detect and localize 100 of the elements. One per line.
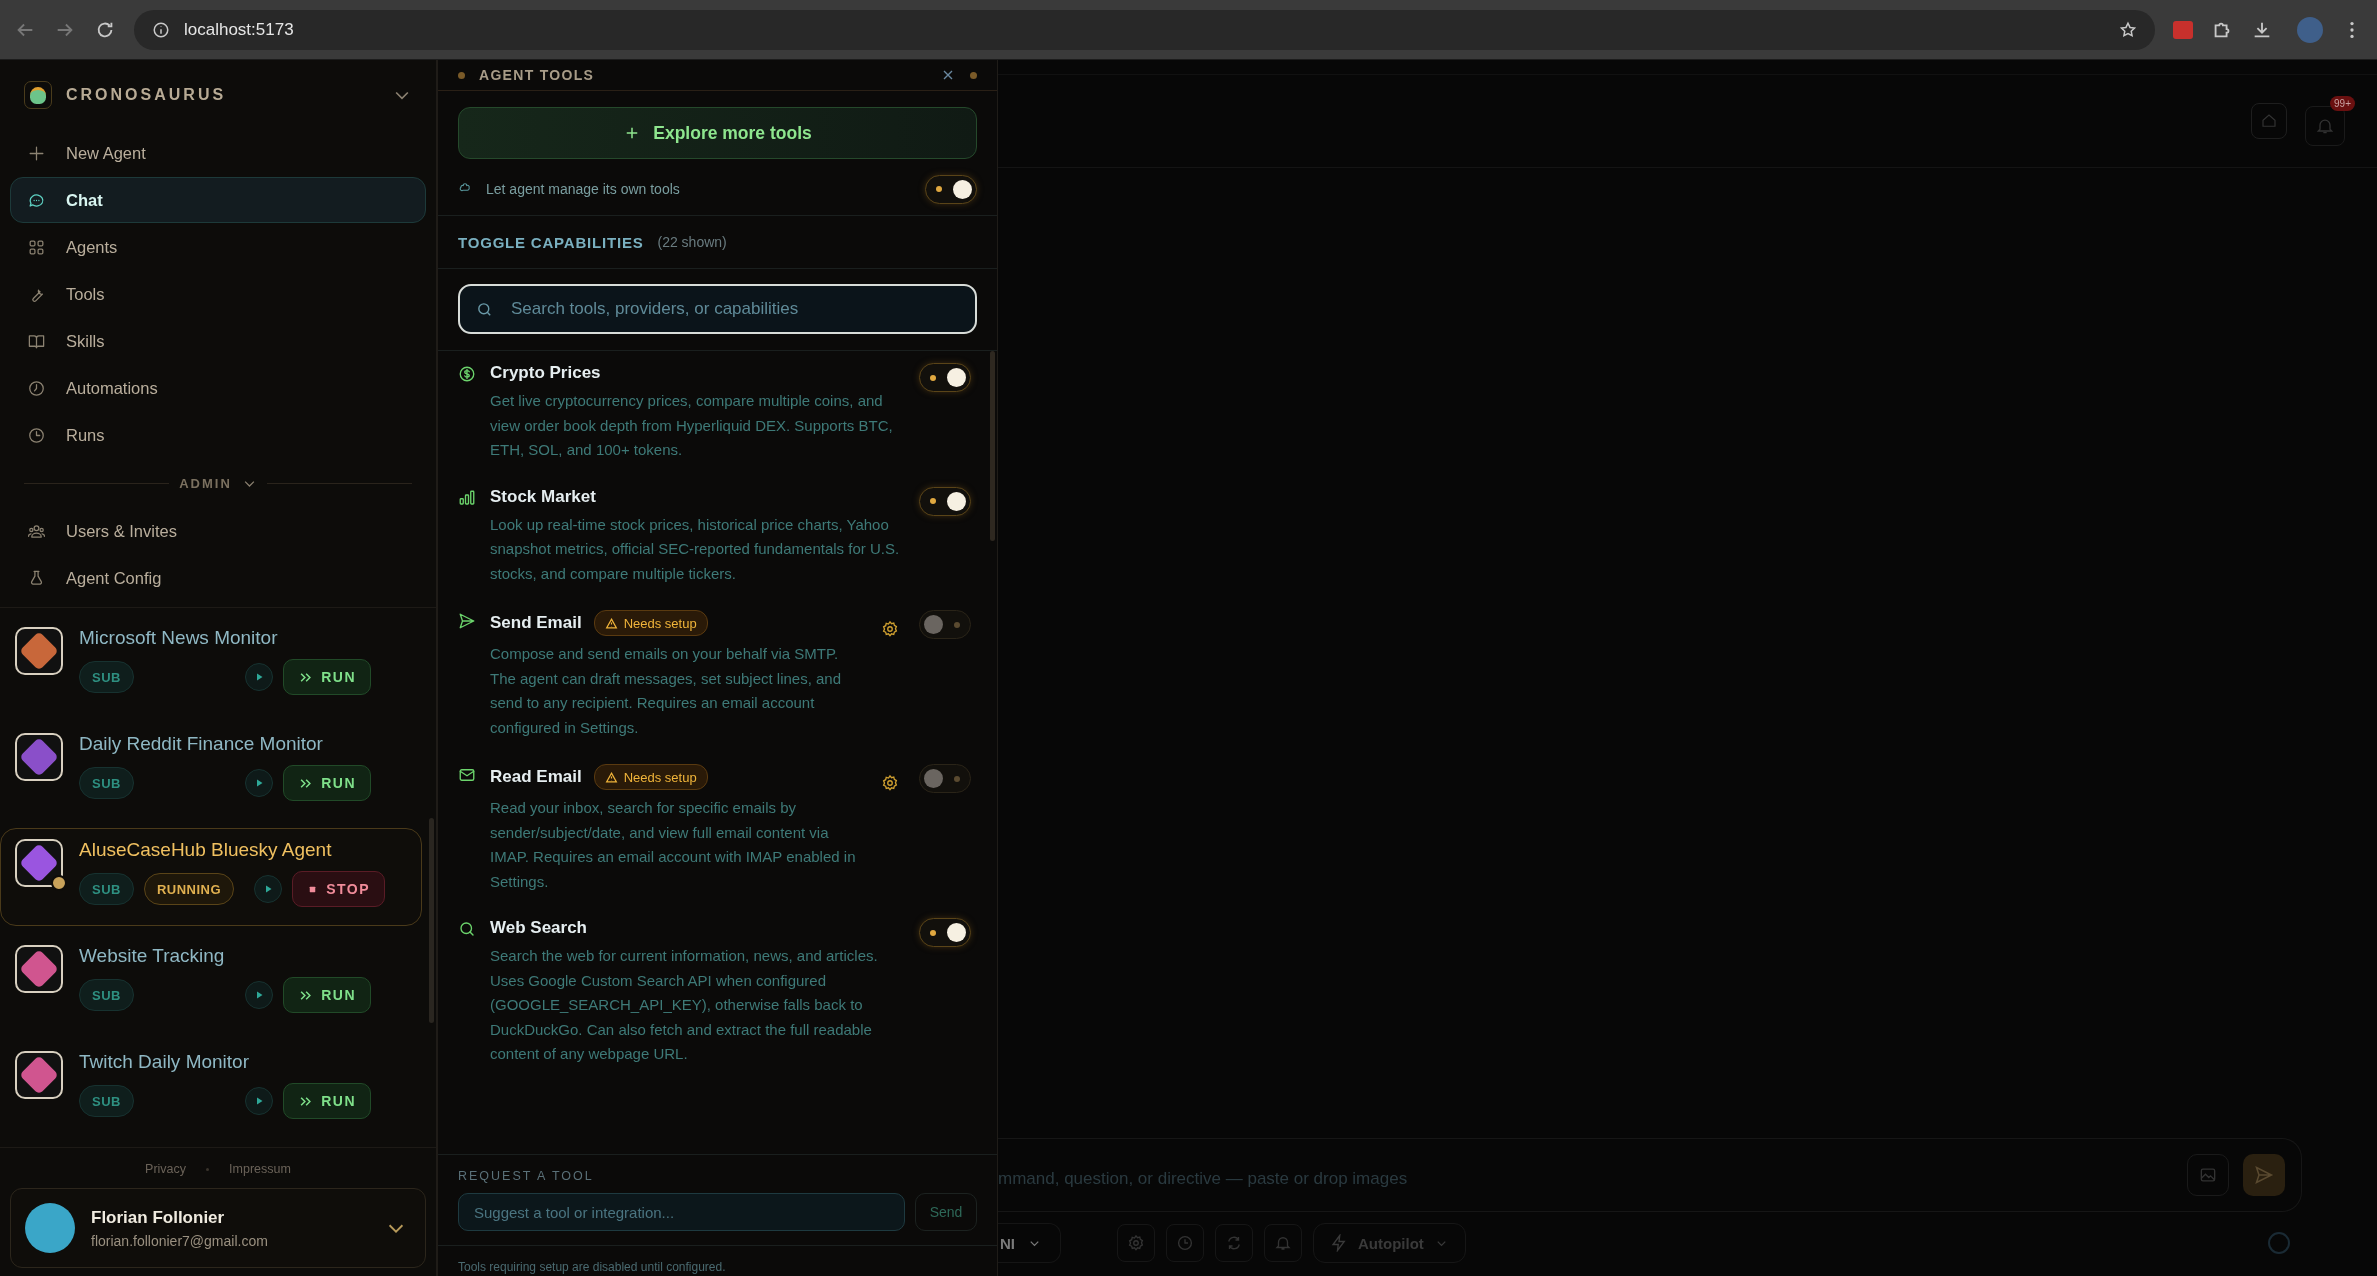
agent-row[interactable]: Website Tracking SUB RUN (0, 934, 422, 1032)
agent-name: Microsoft News Monitor (79, 627, 279, 649)
agent-name: Daily Reddit Finance Monitor (79, 733, 324, 755)
house-icon (2260, 112, 2278, 130)
agent-name: Twitch Daily Monitor (79, 1051, 250, 1073)
sub-badge: SUB (79, 873, 134, 905)
bell-icon (1274, 1234, 1292, 1252)
nav-item[interactable]: Tools (10, 271, 426, 317)
refresh-icon (1225, 1234, 1243, 1252)
status-badge: RUNNING (143, 873, 235, 905)
agent-card[interactable]: AluseCaseHub Bluesky Agent SUB RUNNING STOP (0, 828, 422, 926)
toggle-switch[interactable] (919, 610, 971, 639)
settings-icon[interactable] (881, 620, 899, 638)
status-ring-icon (2268, 1232, 2290, 1254)
user-email: florian.follonier7@gmail.com (91, 1232, 269, 1249)
dot-icon (458, 71, 465, 79)
agent-row[interactable]: Daily Reddit Finance Monitor SUB RUN (0, 722, 422, 820)
send-icon (458, 612, 476, 630)
tool-description: Search the web for current information, news, and articles. Uses Google Custom Search API when configured (GOOGLE_SEARCH_API_KEY), otherwise falls back to DuckDuckGo. Can also fetch and extract the full readable content of any webpage URL. (490, 946, 879, 1064)
sub-badge: SUB (79, 979, 134, 1011)
brand-name: CRONOSAURUS (66, 86, 228, 104)
tool-description: Look up real-time stock prices, historical price charts, Yahoo snapshot metrics, official SEC-reported fundamentals for U.S. stocks, and compare multiple tickers. (490, 514, 900, 584)
envelope-icon (458, 766, 476, 784)
search-icon (476, 300, 493, 318)
placeholder-text: mmand, question, or directive — paste or drop images (998, 1169, 1408, 1189)
run-button[interactable]: RUN (283, 1083, 371, 1119)
avatar (25, 1203, 75, 1253)
clock-icon (27, 378, 46, 398)
tool-name: Crypto Prices (490, 363, 601, 383)
scrollbar-thumb[interactable] (429, 818, 434, 1023)
settings-icon (1127, 1234, 1145, 1252)
toggle-switch[interactable] (919, 363, 971, 392)
nav-item[interactable]: Runs (10, 412, 426, 458)
needs-setup-badge: Needs setup (593, 764, 708, 790)
agent-row[interactable]: Twitch Daily Monitor SUB RUN (0, 1040, 422, 1138)
search-input[interactable]: Search tools, providers, or capabilities (509, 298, 959, 320)
footnote: Tools requiring setup are disabled until configured. (457, 1259, 727, 1276)
toggle-switch[interactable] (919, 764, 971, 793)
dot-icon (970, 71, 977, 79)
section-header[interactable]: ADMIN (179, 475, 232, 491)
lightning-icon (1330, 1234, 1348, 1252)
nav-item[interactable]: Agents (10, 224, 426, 270)
url-text: localhost:5173 (184, 19, 295, 40)
explore-tools-button[interactable]: Explore more tools (458, 107, 977, 159)
info-icon (152, 20, 170, 39)
scrollbar-thumb[interactable] (990, 351, 995, 541)
run-button[interactable]: RUN (283, 659, 371, 695)
clock-icon (1176, 1234, 1194, 1252)
toggle-switch[interactable] (925, 174, 977, 204)
play-button[interactable] (254, 875, 283, 903)
star-icon[interactable] (2119, 20, 2137, 39)
agent-name: AluseCaseHub Bluesky Agent (79, 839, 333, 861)
user-name: Florian Follonier (91, 1207, 226, 1228)
history-icon (27, 425, 46, 445)
agent-row[interactable]: Microsoft News Monitor SUB RUN (0, 616, 422, 714)
needs-setup-badge: Needs setup (593, 610, 708, 636)
search-icon (458, 920, 476, 938)
play-button[interactable] (245, 769, 274, 797)
nav-item[interactable]: New Agent (10, 130, 426, 176)
tool-name: Read Email (490, 767, 582, 787)
search-field[interactable]: Search tools, providers, or capabilities (458, 284, 977, 334)
play-button[interactable] (245, 981, 274, 1009)
play-button[interactable] (245, 1087, 274, 1115)
tool-description: Compose and send emails on your behalf via SMTP. The agent can draft messages, set subject lines, and send to any recipient. Requires an email account configured in Settings. (490, 644, 843, 738)
panel-title: AGENT TOOLS (479, 67, 595, 83)
nav-item[interactable]: Skills (10, 318, 426, 364)
tool-name: Web Search (490, 918, 587, 938)
mail-extension-icon[interactable] (2173, 20, 2193, 39)
address-bar[interactable]: localhost:5173 (134, 9, 2155, 50)
tool-name: Stock Market (490, 486, 596, 507)
tool-name: Send Email (490, 613, 582, 633)
setting-label: Let agent manage its own tools (486, 181, 680, 197)
suggestion-field[interactable]: Suggest a tool or integration... (458, 1193, 905, 1231)
count-label: (22 shown) (657, 234, 727, 250)
sub-badge: SUB (79, 767, 134, 799)
run-button[interactable]: RUN (283, 977, 371, 1013)
play-button[interactable] (245, 663, 274, 691)
model-dropdown[interactable]: NI (998, 1223, 1061, 1263)
section-title: TOGGLE CAPABILITIES (458, 233, 644, 251)
toggle-switch[interactable] (919, 918, 971, 947)
sub-badge: SUB (79, 661, 134, 693)
dollar-coin-icon (458, 365, 476, 383)
section-title: REQUEST A TOOL (458, 1169, 595, 1183)
run-button[interactable]: RUN (283, 765, 371, 801)
sub-badge: SUB (79, 1085, 134, 1117)
nav-item[interactable]: Users & Invites (10, 508, 426, 554)
send-button[interactable] (2243, 1154, 2285, 1196)
logo-icon (24, 81, 52, 109)
tool-description: Get live cryptocurrency prices, compare multiple coins, and view order book depth from Hyperliquid DEX. Supports BTC, ETH, SOL, and 100+ tokens. (490, 391, 894, 460)
settings-icon[interactable] (881, 774, 899, 792)
stop-button[interactable]: STOP (292, 871, 385, 907)
bar-chart-icon (458, 488, 476, 507)
user-card[interactable]: Florian Follonier florian.follonier7@gmail.com (10, 1188, 426, 1268)
nav-item[interactable]: Chat (10, 177, 426, 223)
agent-name: Website Tracking (79, 945, 226, 967)
warning-icon (604, 616, 618, 630)
toggle-switch[interactable] (919, 486, 971, 516)
send-icon (2254, 1165, 2274, 1185)
nav-item[interactable]: Automations (10, 365, 426, 411)
nav-item[interactable]: Agent Config (10, 555, 426, 601)
